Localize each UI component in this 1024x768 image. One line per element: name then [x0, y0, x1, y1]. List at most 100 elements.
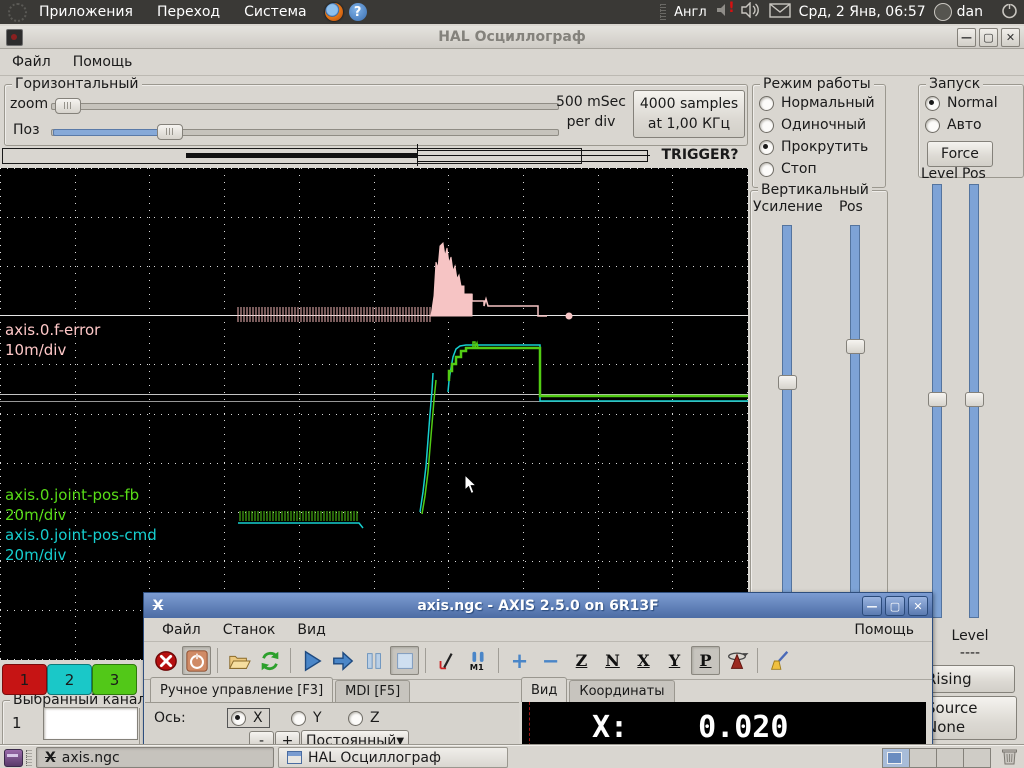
skip-lines-icon[interactable]: [432, 646, 461, 675]
run-from-line-icon[interactable]: [328, 646, 357, 675]
open-file-icon[interactable]: [224, 646, 253, 675]
volume-icon[interactable]: [740, 1, 761, 22]
clear-plot-icon[interactable]: [764, 646, 793, 675]
view-y-icon[interactable]: Y: [660, 646, 689, 675]
trigger-pos-slider-handle[interactable]: [965, 392, 984, 407]
view-z-icon[interactable]: Z: [567, 646, 596, 675]
pause-icon[interactable]: [359, 646, 388, 675]
task-halscope[interactable]: HAL Осциллограф: [278, 747, 508, 768]
channel-3-button[interactable]: 3: [92, 664, 137, 695]
taskbar: X axis.ngc HAL Осциллограф: [0, 745, 1024, 768]
axis-titlebar[interactable]: X axis.ngc - AXIS 2.5.0 on 6R13F — ▢ ✕: [144, 593, 932, 618]
view-x-icon[interactable]: X: [629, 646, 658, 675]
taskbar-applet-icon[interactable]: [4, 748, 23, 767]
axis-toolbar: M1 + − Z N X Y P: [144, 642, 932, 680]
view-z2-icon[interactable]: N: [598, 646, 627, 675]
vpos-slider-handle[interactable]: [846, 339, 865, 354]
zoom-slider[interactable]: [51, 103, 559, 110]
firefox-launcher-icon[interactable]: [324, 3, 343, 21]
axis-select-label: Ось:: [154, 710, 186, 726]
reload-icon[interactable]: [255, 646, 284, 675]
applications-menu[interactable]: Приложения: [27, 0, 145, 24]
minimize-button[interactable]: —: [957, 28, 976, 47]
halscope-task-icon: [287, 751, 302, 764]
stop-icon[interactable]: [390, 646, 419, 675]
toolbar-separator: [425, 648, 426, 673]
gain-slider[interactable]: [782, 225, 792, 607]
axis-menu-file[interactable]: Файл: [152, 619, 211, 641]
axis-menu-view[interactable]: Вид: [287, 619, 335, 641]
hal-titlebar[interactable]: HAL Осциллограф — ▢ ✕: [0, 26, 1024, 49]
axis-radio-y[interactable]: Y: [291, 710, 322, 726]
trigger-menu-button[interactable]: TRIGGER?: [654, 144, 746, 166]
hal-menu-help[interactable]: Помощь: [63, 51, 143, 73]
workspace-4[interactable]: [964, 748, 990, 767]
position-slider-handle[interactable]: [157, 124, 183, 140]
view-p-icon[interactable]: P: [691, 646, 720, 675]
rotate-icon[interactable]: [722, 646, 751, 675]
run-mode-normal[interactable]: Нормальный: [759, 95, 875, 111]
shutdown-icon[interactable]: [1001, 2, 1018, 23]
tab-manual-control[interactable]: Ручное управление [F3]: [150, 677, 334, 702]
workspace-switcher: [882, 747, 991, 768]
run-mode-single[interactable]: Одиночный: [759, 117, 866, 133]
trigger-group-label: Запуск: [926, 76, 984, 92]
estop-icon[interactable]: [151, 646, 180, 675]
places-menu[interactable]: Переход: [145, 0, 232, 24]
trash-icon[interactable]: [1001, 747, 1018, 768]
zoom-out-icon[interactable]: −: [536, 646, 565, 675]
force-button[interactable]: Force: [927, 141, 993, 167]
axis-close-button[interactable]: ✕: [908, 596, 928, 616]
axis-maximize-button[interactable]: ▢: [885, 596, 905, 616]
selected-channel-number: 1: [12, 714, 22, 732]
notification-alert-icon[interactable]: !: [715, 0, 735, 22]
axis-menu-help[interactable]: Помощь: [844, 619, 924, 641]
selected-channel-group: Выбранный канал 1: [2, 692, 150, 748]
gain-slider-handle[interactable]: [778, 375, 797, 390]
axis-radio-z[interactable]: Z: [348, 710, 380, 726]
vpos-slider-label: Pos: [839, 199, 863, 215]
workspace-1[interactable]: [883, 748, 910, 767]
trigger-level-slider-handle[interactable]: [928, 392, 947, 407]
run-mode-roll[interactable]: Прокрутить: [759, 139, 868, 155]
channel-1-button[interactable]: 1: [2, 664, 47, 695]
tab-preview[interactable]: Вид: [521, 677, 568, 702]
optional-stop-icon[interactable]: M1: [463, 646, 492, 675]
tasklist-drag-handle[interactable]: [26, 749, 32, 766]
task-axis[interactable]: X axis.ngc: [36, 747, 274, 768]
workspace-2[interactable]: [910, 748, 937, 767]
close-button[interactable]: ✕: [1001, 28, 1020, 47]
maximize-button[interactable]: ▢: [979, 28, 998, 47]
vpos-slider[interactable]: [850, 225, 860, 607]
clock[interactable]: Срд, 2 Янв, 06:57: [799, 4, 926, 20]
workspace-3[interactable]: [937, 748, 964, 767]
zoom-slider-handle[interactable]: [55, 98, 81, 114]
keyboard-layout-indicator[interactable]: Англ: [674, 5, 707, 20]
trigger-auto[interactable]: Авто: [925, 117, 982, 133]
channel-2-button[interactable]: 2: [47, 664, 92, 695]
trigger-normal[interactable]: Normal: [925, 95, 998, 111]
record-position-bar: [2, 144, 654, 166]
desktop: Приложения Переход Система ? Англ ! Срд,…: [0, 0, 1024, 768]
hal-menu-file[interactable]: Файл: [2, 51, 61, 73]
axis-radio-x[interactable]: X: [227, 708, 270, 728]
channel-source-entry[interactable]: [43, 707, 138, 740]
system-menu[interactable]: Система: [232, 0, 318, 24]
axis-minimize-button[interactable]: —: [862, 596, 882, 616]
axis-window: X axis.ngc - AXIS 2.5.0 on 6R13F — ▢ ✕ Ф…: [143, 592, 933, 768]
panel-drag-handle[interactable]: [660, 4, 667, 20]
help-launcher-icon[interactable]: ?: [348, 3, 367, 21]
axis-menu-machine[interactable]: Станок: [213, 619, 286, 641]
svg-text:axis.0.joint-pos-cmd: axis.0.joint-pos-cmd: [5, 526, 157, 544]
user-menu[interactable]: dan: [933, 3, 983, 21]
tab-mdi[interactable]: MDI [F5]: [335, 680, 411, 702]
tab-dro[interactable]: Координаты: [569, 680, 675, 702]
run-icon[interactable]: [297, 646, 326, 675]
run-mode-group: Режим работы Нормальный Одиночный Прокру…: [752, 76, 886, 188]
run-mode-stop[interactable]: Стоп: [759, 161, 817, 177]
machine-power-icon[interactable]: [182, 646, 211, 675]
mail-icon[interactable]: [768, 2, 791, 22]
zoom-in-icon[interactable]: +: [505, 646, 534, 675]
samples-button[interactable]: 4000 samples at 1,00 КГц: [633, 90, 745, 138]
zoom-slider-label: zoom: [10, 96, 49, 112]
